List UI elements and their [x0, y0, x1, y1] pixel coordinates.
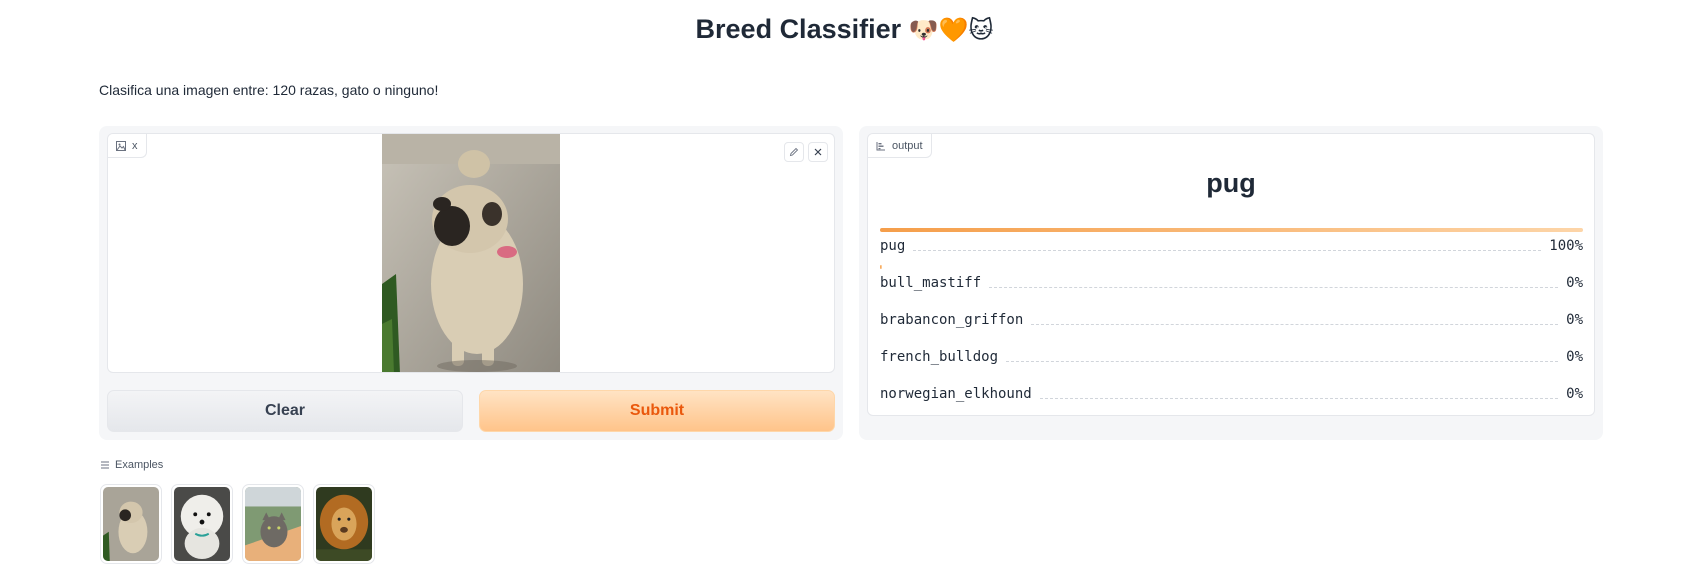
- page-title: Breed Classifier 🐶🧡🐱: [0, 14, 1689, 45]
- confidence-bar: [880, 228, 1583, 232]
- description: Clasifica una imagen entre: 120 razas, g…: [99, 82, 439, 98]
- pencil-icon: [789, 147, 799, 157]
- examples-header: Examples: [100, 459, 163, 471]
- submit-button[interactable]: Submit: [479, 390, 835, 432]
- example-white-dog[interactable]: [171, 484, 233, 564]
- example-lion[interactable]: [313, 484, 375, 564]
- output-panel: output pug pug 100% bull_mastiff 0% braban…: [859, 126, 1603, 440]
- examples-label: Examples: [115, 459, 164, 471]
- title-text: Breed Classifier: [695, 14, 902, 44]
- confidence-value: 0%: [1566, 349, 1583, 365]
- input-panel: x Clear Submit: [99, 126, 843, 440]
- example-image-cat: [245, 487, 301, 561]
- confidence-item[interactable]: brabancon_griffon 0%: [880, 302, 1583, 328]
- image-input-label: x: [108, 134, 147, 158]
- confidence-name: french_bulldog: [880, 349, 999, 365]
- output-label: output: [868, 134, 932, 158]
- label-output: output pug pug 100% bull_mastiff 0% braban…: [867, 133, 1595, 416]
- uploaded-image: [382, 134, 560, 372]
- remove-image-button[interactable]: [808, 142, 828, 162]
- example-pug[interactable]: [100, 484, 162, 564]
- edit-button[interactable]: [784, 142, 804, 162]
- clear-button[interactable]: Clear: [107, 390, 463, 432]
- confidence-value: 0%: [1566, 275, 1583, 291]
- confidence-name: brabancon_griffon: [880, 312, 1024, 328]
- confidence-value: 100%: [1549, 238, 1583, 254]
- chart-icon: [876, 141, 885, 150]
- confidence-bar: [880, 265, 882, 269]
- list-icon: [101, 461, 109, 469]
- confidence-name: pug: [880, 238, 906, 254]
- confidence-name: norwegian_elkhound: [880, 386, 1032, 402]
- example-cat[interactable]: [242, 484, 304, 564]
- confidence-value: 0%: [1566, 312, 1583, 328]
- example-image-white-dog: [174, 487, 230, 561]
- confidence-item[interactable]: french_bulldog 0%: [880, 339, 1583, 365]
- image-input-label-text: x: [132, 139, 138, 152]
- close-icon: [814, 148, 822, 156]
- predicted-label: pug: [1206, 168, 1256, 198]
- confidence-item[interactable]: pug 100%: [880, 228, 1583, 254]
- example-image-lion: [316, 487, 372, 561]
- confidence-item[interactable]: bull_mastiff 0%: [880, 265, 1583, 291]
- confidence-name: bull_mastiff: [880, 275, 982, 291]
- image-input[interactable]: x: [107, 133, 835, 373]
- example-image-pug: [103, 487, 159, 561]
- image-icon: [116, 140, 126, 151]
- output-label-text: output: [892, 139, 923, 152]
- title-emoji: 🐶🧡🐱: [908, 16, 994, 44]
- confidence-item[interactable]: norwegian_elkhound 0%: [880, 376, 1583, 402]
- confidence-value: 0%: [1566, 386, 1583, 402]
